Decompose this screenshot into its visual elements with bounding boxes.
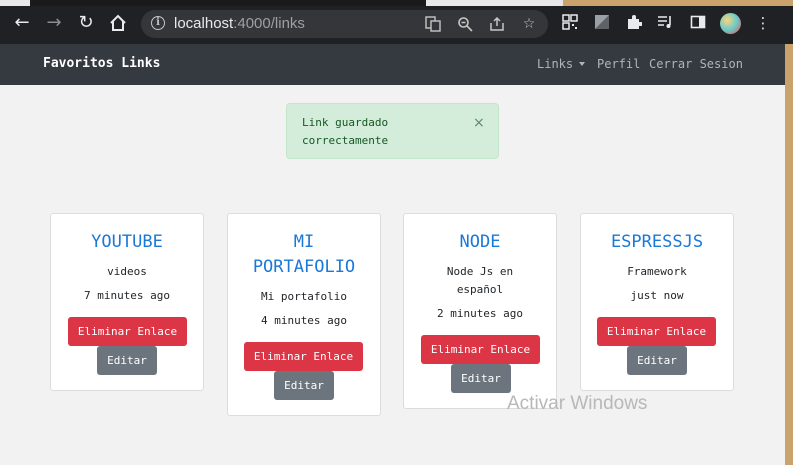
url-text[interactable]: localhost:4000/links	[174, 15, 305, 32]
caret-down-icon	[579, 62, 586, 66]
delete-link-button[interactable]: Eliminar Enlace	[244, 342, 363, 371]
link-card: MI PORTAFOLIO Mi portafolio 4 minutes ag…	[227, 213, 381, 416]
address-bar[interactable]: i localhost:4000/links ☆	[141, 10, 548, 38]
card-timestamp: 7 minutes ago	[83, 289, 171, 302]
card-title[interactable]: NODE	[404, 230, 556, 255]
top-navbar: Favoritos Links Links Perfil Cerrar Sesi…	[0, 44, 785, 85]
window-tab-strip	[0, 0, 793, 6]
translate-icon[interactable]	[425, 16, 441, 32]
nav-link-cerrar-sesion[interactable]: Cerrar Sesion	[649, 57, 743, 71]
close-icon[interactable]: ×	[473, 115, 485, 131]
delete-link-button[interactable]: Eliminar Enlace	[597, 317, 716, 346]
star-icon[interactable]: ☆	[521, 16, 537, 32]
page-viewport: Favoritos Links Links Perfil Cerrar Sesi…	[0, 44, 785, 465]
card-title[interactable]: ESPRESSJS	[581, 230, 733, 255]
profile-avatar[interactable]	[720, 13, 741, 34]
arrow-right-icon[interactable]: →	[43, 12, 65, 34]
edit-link-button[interactable]: Editar	[274, 371, 334, 400]
link-card: YOUTUBE videos 7 minutes ago Eliminar En…	[50, 213, 204, 391]
card-timestamp: 4 minutes ago	[260, 314, 348, 327]
delete-link-button[interactable]: Eliminar Enlace	[68, 317, 187, 346]
nav-links-dropdown[interactable]: Links	[537, 57, 586, 71]
arrow-left-icon[interactable]: ←	[11, 12, 33, 34]
link-card: ESPRESSJS Framework just now Eliminar En…	[580, 213, 734, 391]
card-title[interactable]: PORTAFOLIO	[228, 255, 380, 280]
card-description: Mi portafolio	[260, 290, 348, 303]
kebab-menu-icon[interactable]: ⋮	[754, 14, 772, 32]
share-icon[interactable]	[489, 16, 505, 32]
card-description: Node Js en	[446, 265, 514, 278]
card-description: Framework	[627, 265, 687, 278]
media-control-icon[interactable]	[657, 14, 675, 32]
card-timestamp: just now	[630, 289, 684, 302]
edit-link-button[interactable]: Editar	[627, 346, 687, 375]
delete-link-button[interactable]: Eliminar Enlace	[421, 335, 540, 364]
success-alert: Link guardado correctamente ×	[286, 103, 499, 159]
reload-icon[interactable]: ↻	[75, 12, 97, 34]
windows-activation-watermark: Activar Windows	[507, 393, 648, 414]
card-title[interactable]: MI	[228, 230, 380, 255]
alert-message-line: Link guardado	[302, 116, 389, 129]
card-timestamp: 2 minutes ago	[436, 307, 524, 320]
nav-link-perfil[interactable]: Perfil	[597, 57, 640, 71]
info-icon[interactable]: i	[151, 16, 165, 30]
card-description: videos	[107, 265, 147, 278]
edit-link-button[interactable]: Editar	[97, 346, 157, 375]
edit-link-button[interactable]: Editar	[451, 364, 511, 393]
home-icon[interactable]	[107, 12, 129, 34]
side-panel-icon[interactable]	[689, 14, 707, 32]
extensions-puzzle-icon[interactable]	[625, 14, 643, 32]
qr-code-icon[interactable]	[561, 14, 579, 32]
window-edge	[785, 44, 793, 465]
link-card: NODE Node Js en español 2 minutes ago El…	[403, 213, 557, 409]
navbar-brand[interactable]: Favoritos Links	[43, 56, 160, 71]
card-title[interactable]: YOUTUBE	[51, 230, 203, 255]
alert-message-line: correctamente	[302, 134, 389, 147]
browser-toolbar: ← → ↻ i localhost:4000/links ☆ ⋮	[0, 0, 793, 44]
screenshot-extension-icon[interactable]	[593, 14, 611, 32]
zoom-icon[interactable]	[457, 16, 473, 32]
card-description: español	[456, 283, 504, 296]
